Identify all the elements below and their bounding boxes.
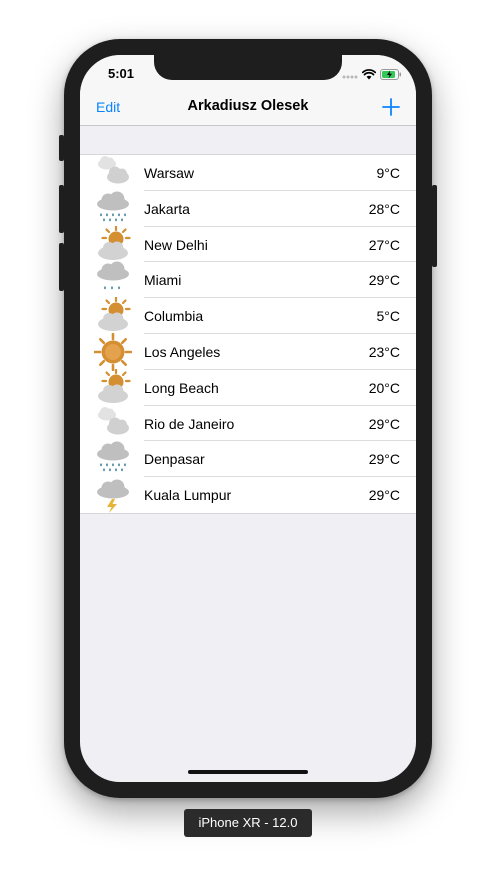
device-label: iPhone XR - 12.0: [184, 809, 312, 837]
weather-cloudy-icon: [98, 156, 129, 184]
page-title: Arkadiusz Olesek: [187, 98, 309, 114]
weather-thunderstorm-icon: [97, 479, 129, 514]
city-row[interactable]: Columbia 5°C: [80, 297, 416, 334]
city-row[interactable]: Kuala Lumpur 29°C: [80, 477, 416, 514]
city-temperature: 29°C: [368, 415, 400, 432]
city-name: Miami: [144, 272, 182, 289]
status-time: 5:01: [108, 66, 135, 81]
plus-icon: [382, 98, 400, 116]
city-temperature: 29°C: [368, 487, 400, 504]
city-temperature: 28°C: [368, 200, 400, 217]
city-row[interactable]: Los Angeles 23°C: [80, 332, 416, 371]
city-name: Denpasar: [144, 451, 205, 468]
city-row[interactable]: Miami 29°C: [80, 261, 416, 299]
add-button[interactable]: [380, 96, 402, 118]
weather-light-rain-icon: [97, 261, 129, 290]
city-list: Warsaw 9°C Jakarta 28°C New Delhi 27°C Miami 29…: [80, 154, 416, 514]
navigation-bar: Edit Arkadiusz Olesek: [80, 95, 416, 126]
signal-dots-icon: [342, 67, 358, 85]
city-row[interactable]: Warsaw 9°C: [80, 155, 416, 191]
city-temperature: 20°C: [368, 379, 400, 396]
edit-button[interactable]: Edit: [96, 99, 120, 115]
city-row[interactable]: Jakarta 28°C: [80, 191, 416, 227]
city-name: New Delhi: [144, 236, 208, 253]
city-name: Los Angeles: [144, 343, 221, 360]
city-temperature: 5°C: [376, 308, 401, 325]
city-temperature: 27°C: [368, 236, 400, 253]
city-name: Long Beach: [144, 379, 219, 396]
weather-partly-sunny-icon: [98, 225, 131, 260]
weather-sunny-icon: [94, 332, 132, 371]
city-temperature: 23°C: [368, 343, 400, 360]
weather-partly-sunny-icon: [98, 297, 131, 332]
weather-cloudy-icon: [98, 406, 129, 435]
city-row[interactable]: Denpasar 29°C: [80, 441, 416, 478]
volume-up-button: [59, 185, 64, 233]
weather-heavy-rain-icon: [97, 441, 129, 472]
device-frame: 5:01 Edit Arkadiusz Olesek Warsaw 9°C Ja…: [59, 39, 437, 798]
mute-switch: [59, 135, 64, 161]
city-name: Jakarta: [144, 200, 190, 217]
notch: [154, 55, 342, 80]
city-row[interactable]: New Delhi 27°C: [80, 225, 416, 263]
city-name: Kuala Lumpur: [144, 487, 232, 504]
weather-partly-sunny-icon: [98, 368, 131, 403]
wifi-icon: [361, 67, 377, 85]
city-temperature: 29°C: [368, 272, 400, 289]
status-icons: [342, 67, 402, 85]
city-row[interactable]: Rio de Janeiro 29°C: [80, 406, 416, 442]
city-name: Warsaw: [144, 165, 195, 181]
city-name: Rio de Janeiro: [144, 415, 235, 432]
volume-down-button: [59, 243, 64, 291]
city-temperature: 29°C: [368, 451, 400, 468]
city-name: Columbia: [144, 308, 204, 325]
weather-heavy-rain-icon: [97, 191, 129, 222]
city-temperature: 9°C: [376, 165, 401, 181]
power-button: [432, 185, 437, 267]
screen: 5:01 Edit Arkadiusz Olesek Warsaw 9°C Ja…: [80, 55, 416, 782]
battery-charging-icon: [380, 67, 402, 85]
home-indicator[interactable]: [188, 770, 308, 774]
city-row[interactable]: Long Beach 20°C: [80, 368, 416, 406]
